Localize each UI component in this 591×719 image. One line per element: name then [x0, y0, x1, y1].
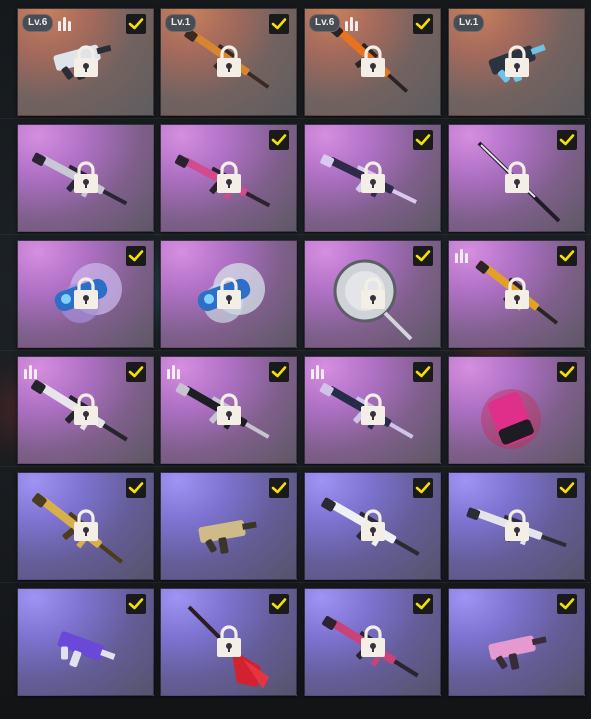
item-card[interactable] — [17, 240, 154, 348]
item-card[interactable] — [17, 124, 154, 232]
item-card[interactable]: Lv.6 — [17, 8, 154, 116]
level-badge: Lv.1 — [453, 14, 485, 32]
checkbox-checked-icon[interactable] — [269, 130, 289, 150]
lock-icon — [216, 277, 242, 310]
checkbox-checked-icon[interactable] — [126, 14, 146, 34]
item-card[interactable] — [448, 588, 585, 696]
ammo-icon — [167, 363, 185, 379]
level-badge: Lv.1 — [165, 14, 197, 32]
checkbox-checked-icon[interactable] — [126, 478, 146, 498]
lock-icon — [73, 277, 99, 310]
lock-icon — [360, 45, 386, 78]
ammo-icon — [345, 15, 363, 31]
checkbox-checked-icon[interactable] — [269, 362, 289, 382]
item-card[interactable] — [17, 472, 154, 580]
item-card[interactable] — [304, 124, 441, 232]
checkbox-checked-icon[interactable] — [269, 594, 289, 614]
ammo-icon — [58, 15, 76, 31]
item-card[interactable] — [160, 240, 297, 348]
item-card[interactable] — [160, 588, 297, 696]
lock-icon — [504, 161, 530, 194]
checkbox-checked-icon[interactable] — [557, 130, 577, 150]
lock-icon — [360, 509, 386, 542]
item-card[interactable] — [304, 588, 441, 696]
lock-icon — [73, 509, 99, 542]
lock-icon — [360, 161, 386, 194]
checkbox-checked-icon[interactable] — [557, 478, 577, 498]
item-card[interactable] — [448, 472, 585, 580]
ammo-icon — [455, 247, 473, 263]
checkbox-checked-icon[interactable] — [413, 478, 433, 498]
lock-icon — [504, 509, 530, 542]
checkbox-checked-icon[interactable] — [269, 14, 289, 34]
checkbox-checked-icon[interactable] — [126, 594, 146, 614]
item-card[interactable]: Lv.1 — [160, 8, 297, 116]
lock-icon — [504, 277, 530, 310]
item-card[interactable] — [448, 240, 585, 348]
lock-icon — [73, 393, 99, 426]
item-card[interactable] — [17, 356, 154, 464]
checkbox-checked-icon[interactable] — [413, 246, 433, 266]
checkbox-checked-icon[interactable] — [413, 14, 433, 34]
item-card[interactable] — [160, 356, 297, 464]
checkbox-checked-icon[interactable] — [557, 594, 577, 614]
lock-icon — [216, 393, 242, 426]
lock-icon — [504, 45, 530, 78]
item-card[interactable]: Lv.6 — [304, 8, 441, 116]
item-card[interactable] — [160, 472, 297, 580]
level-badge: Lv.6 — [309, 14, 341, 32]
checkbox-checked-icon[interactable] — [126, 362, 146, 382]
ammo-icon — [311, 363, 329, 379]
lock-icon — [73, 45, 99, 78]
item-card[interactable] — [448, 124, 585, 232]
item-card[interactable] — [160, 124, 297, 232]
lock-icon — [216, 625, 242, 658]
lock-icon — [360, 393, 386, 426]
item-card[interactable] — [304, 472, 441, 580]
lock-icon — [360, 625, 386, 658]
checkbox-checked-icon[interactable] — [413, 362, 433, 382]
lock-icon — [216, 45, 242, 78]
lock-icon — [73, 161, 99, 194]
item-card[interactable] — [304, 356, 441, 464]
checkbox-checked-icon[interactable] — [413, 594, 433, 614]
item-card[interactable] — [304, 240, 441, 348]
lock-icon — [216, 161, 242, 194]
item-card[interactable]: Lv.1 — [448, 8, 585, 116]
checkbox-checked-icon[interactable] — [126, 246, 146, 266]
inventory-grid: Lv.6 Lv.1 Lv.6 Lv.1 — [17, 8, 587, 698]
checkbox-checked-icon[interactable] — [413, 130, 433, 150]
checkbox-checked-icon[interactable] — [557, 246, 577, 266]
lock-icon — [360, 277, 386, 310]
checkbox-checked-icon[interactable] — [557, 362, 577, 382]
ammo-icon — [24, 363, 42, 379]
item-card[interactable] — [448, 356, 585, 464]
checkbox-checked-icon[interactable] — [269, 478, 289, 498]
level-badge: Lv.6 — [22, 14, 54, 32]
item-card[interactable] — [17, 588, 154, 696]
